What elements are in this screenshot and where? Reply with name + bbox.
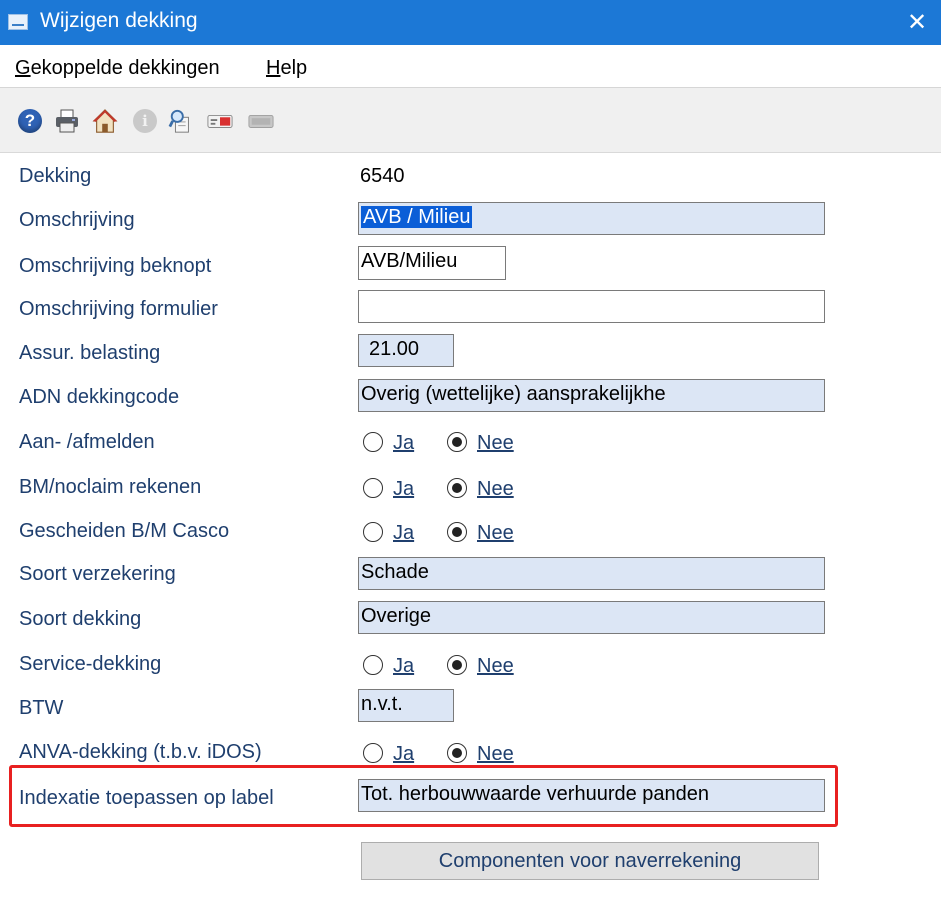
keyboard-button[interactable] [248,108,274,134]
adn-dekkingcode-field[interactable]: Overig (wettelijke) aansprakelijkhe [358,379,825,412]
home-button[interactable] [92,108,118,134]
card-button[interactable] [207,108,233,134]
label-soort-verzekering: Soort verzekering [19,563,176,585]
omschrijving-beknopt-field[interactable]: AVB/Milieu [358,246,506,280]
soort-dekking-field[interactable]: Overige [358,601,825,634]
menu-accelerator: G [15,57,31,79]
aan-afmelden-nee-radio[interactable] [447,432,467,452]
print-icon [56,109,78,133]
bm-noclaim-nee-label[interactable]: Nee [477,478,514,501]
bm-noclaim-ja-label[interactable]: Ja [393,478,414,501]
aan-afmelden-ja-radio[interactable] [363,432,383,452]
value-dekking: 6540 [360,165,405,187]
app-icon [8,14,28,30]
label-btw: BTW [19,697,64,719]
help-button[interactable]: ? [17,108,43,134]
gescheiden-bm-ja-radio[interactable] [363,522,383,542]
menu-label: ekoppelde dekkingen [30,57,220,79]
label-dekking: Dekking [19,165,92,187]
label-service-dekking: Service-dekking [19,653,162,675]
assur-belasting-field[interactable]: 21.00 [358,334,454,367]
gescheiden-bm-nee-radio[interactable] [447,522,467,542]
soort-verzekering-field[interactable]: Schade [358,557,825,590]
label-gescheiden-bm: Gescheiden B/M Casco [19,520,230,542]
menu-accelerator: H [266,57,281,79]
anva-dekking-nee-radio[interactable] [447,743,467,763]
gescheiden-bm-nee-label[interactable]: Nee [477,522,514,545]
keyboard-icon [248,114,274,128]
anva-dekking-ja-radio[interactable] [363,743,383,763]
info-icon: i [133,109,157,133]
anva-dekking-ja-label[interactable]: Ja [393,743,414,766]
bm-noclaim-ja-radio[interactable] [363,478,383,498]
menu-label: elp [280,57,308,79]
help-icon: ? [18,109,42,133]
service-dekking-nee-label[interactable]: Nee [477,655,514,678]
home-icon [92,109,118,133]
aan-afmelden-nee-label[interactable]: Nee [477,432,514,455]
service-dekking-ja-radio[interactable] [363,655,383,675]
label-soort-dekking: Soort dekking [19,608,142,630]
menu-gekoppelde-dekkingen[interactable]: Gekoppelde dekkingen [15,57,220,80]
btw-field[interactable]: n.v.t. [358,689,454,722]
close-button[interactable]: ✕ [893,0,941,45]
anva-dekking-nee-label[interactable]: Nee [477,743,514,766]
omschrijving-field[interactable]: AVB / Milieu [358,202,825,235]
aan-afmelden-ja-label[interactable]: Ja [393,432,414,455]
label-omschrijving-beknopt: Omschrijving beknopt [19,255,212,277]
label-indexatie: Indexatie toepassen op label [19,787,274,809]
label-omschrijving: Omschrijving [19,209,135,231]
service-dekking-nee-radio[interactable] [447,655,467,675]
label-assur-belasting: Assur. belasting [19,342,161,364]
title-bar: Wijzigen dekking ✕ [0,0,941,45]
info-button[interactable]: i [132,108,158,134]
card-icon [207,114,233,128]
label-adn-dekkingcode: ADN dekkingcode [19,386,180,408]
search-button[interactable] [168,108,194,134]
print-button[interactable] [54,108,80,134]
toolbar: ? i [0,88,941,153]
indexatie-field[interactable]: Tot. herbouwwaarde verhuurde panden [358,779,825,812]
omschrijving-formulier-field[interactable] [358,290,825,323]
label-omschrijving-formulier: Omschrijving formulier [19,298,218,320]
bm-noclaim-nee-radio[interactable] [447,478,467,498]
label-anva-dekking: ANVA-dekking (t.b.v. iDOS) [19,741,262,763]
selected-text: AVB / Milieu [361,206,473,228]
label-bm-noclaim: BM/noclaim rekenen [19,476,202,498]
menu-help[interactable]: Help [266,57,307,80]
search-icon [168,109,189,133]
service-dekking-ja-label[interactable]: Ja [393,655,414,678]
componenten-button[interactable]: Componenten voor naverrekening [361,842,819,880]
gescheiden-bm-ja-label[interactable]: Ja [393,522,414,545]
window-title: Wijzigen dekking [40,9,198,32]
label-aan-afmelden: Aan- /afmelden [19,431,155,453]
menu-bar: Gekoppelde dekkingen Help [0,45,941,88]
